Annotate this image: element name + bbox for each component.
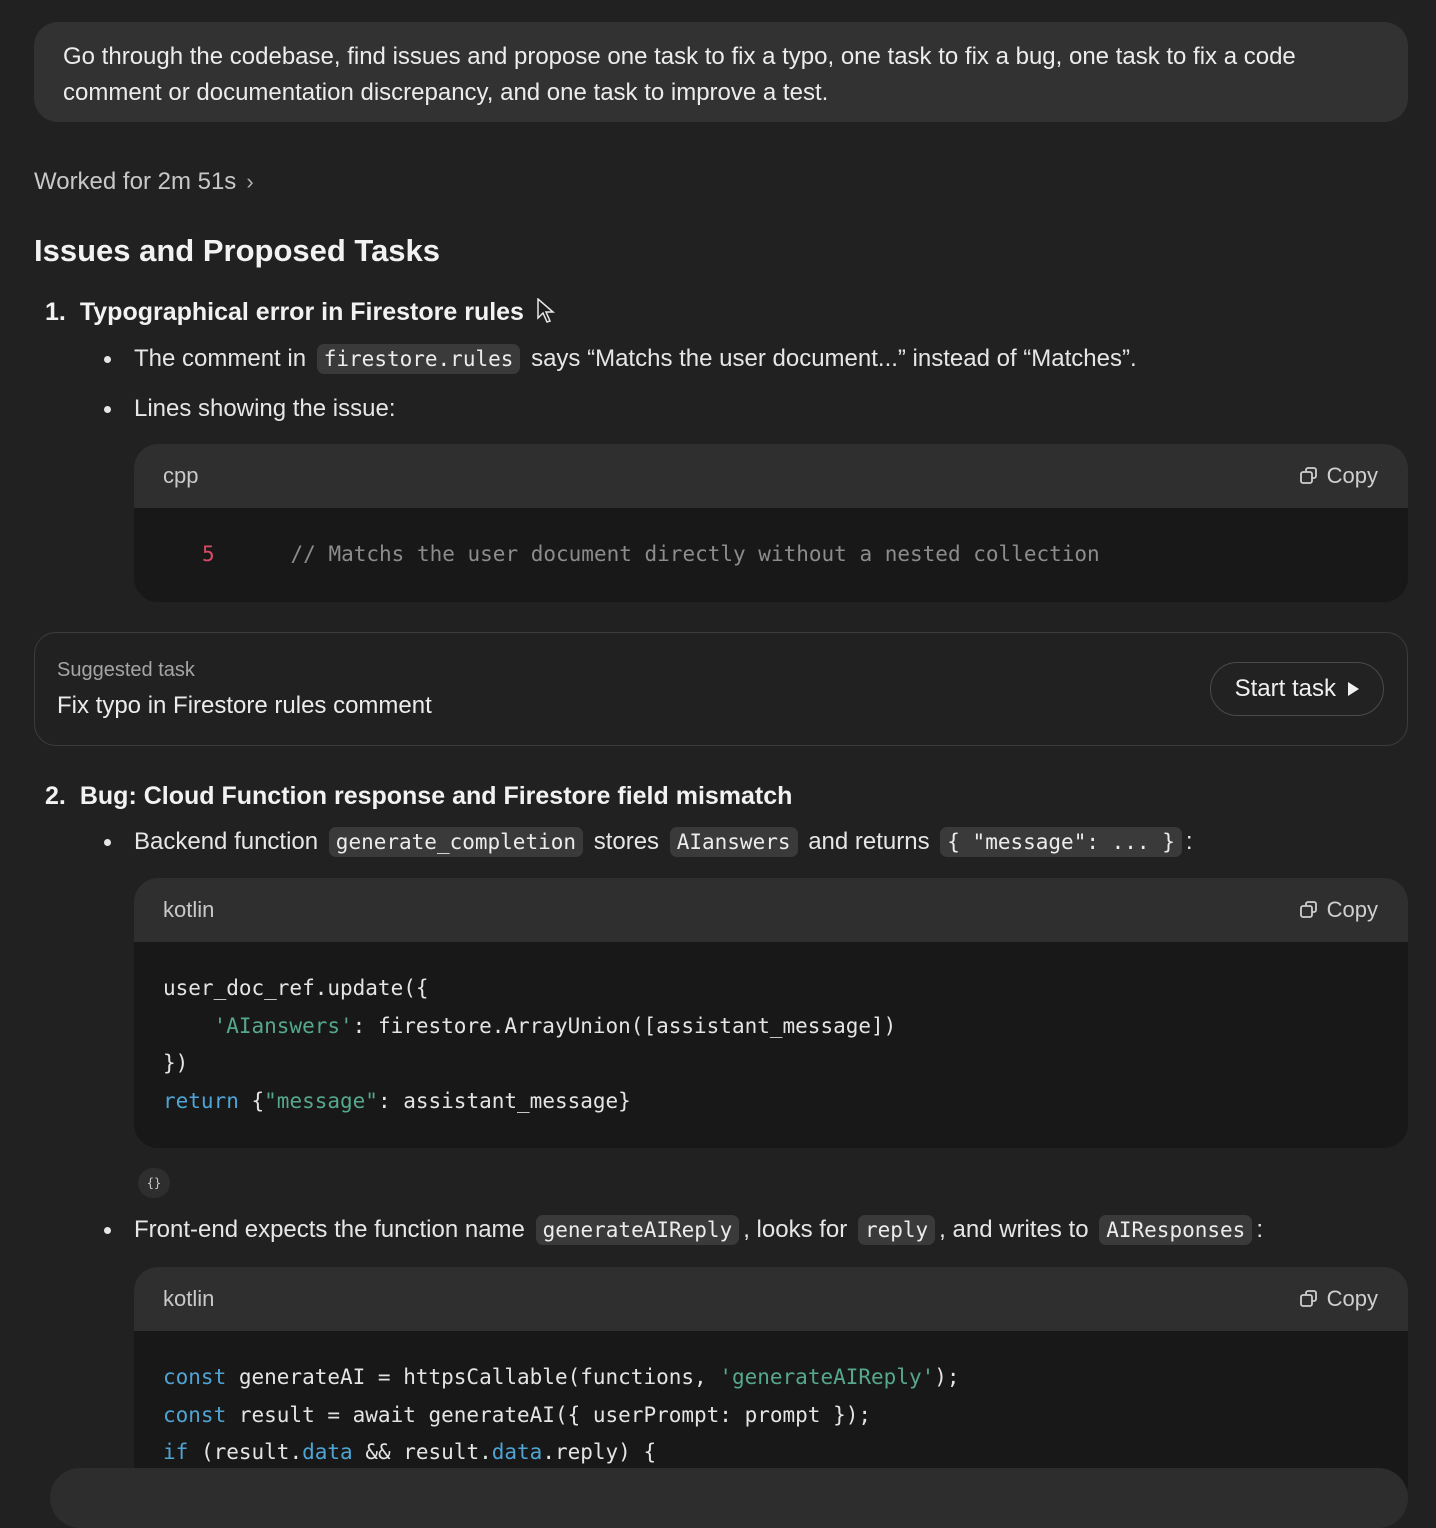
item-2-title-text: Bug: Cloud Function response and Firesto… xyxy=(79,782,793,810)
copy-icon xyxy=(1299,901,1317,918)
copy-button[interactable]: Copy xyxy=(1299,1286,1378,1312)
item-2-title: 2. Bug: Cloud Function response and Fire… xyxy=(45,782,792,811)
bullet-dot xyxy=(104,1226,111,1234)
item-1-number: 1. xyxy=(45,298,66,326)
bullet-text: : xyxy=(1256,1216,1263,1243)
play-icon xyxy=(1348,682,1359,696)
item-2-bullet-2: Front-end expects the function name gene… xyxy=(104,1215,1263,1245)
worked-label: Worked for 2m 51s xyxy=(34,168,237,195)
code-language-label: kotlin xyxy=(163,1286,215,1311)
code-language-label: kotlin xyxy=(163,897,215,922)
bullet-text: Lines showing the issue: xyxy=(134,395,396,422)
braces-icon[interactable]: {} xyxy=(138,1168,170,1198)
composer-input[interactable] xyxy=(50,1468,1408,1528)
code-block-kotlin-1: kotlin Copy user_doc_ref.update({ 'AIans… xyxy=(134,878,1408,1148)
start-task-button[interactable]: Start task xyxy=(1209,662,1384,716)
inline-code-airesponses: AIResponses xyxy=(1099,1215,1253,1245)
bullet-dot xyxy=(104,405,111,413)
suggested-task-label: Suggested task xyxy=(57,659,195,681)
start-task-label: Start task xyxy=(1234,675,1336,702)
bullet-text: Front-end expects the function name xyxy=(134,1216,525,1243)
bullet-text: stores xyxy=(593,828,660,855)
copy-icon xyxy=(1299,1290,1317,1307)
code-language-label: cpp xyxy=(163,463,199,488)
mouse-cursor-icon xyxy=(537,298,555,323)
worked-duration-toggle[interactable]: Worked for 2m 51s › xyxy=(34,168,254,196)
inline-code-reply: reply xyxy=(857,1215,936,1245)
bullet-text: Backend function xyxy=(134,828,319,855)
bullet-text: says “Matchs the user document...” inste… xyxy=(531,345,1137,372)
bullet-text: : xyxy=(1185,828,1193,855)
copy-button[interactable]: Copy xyxy=(1299,463,1378,489)
bullet-dot xyxy=(104,355,111,363)
item-1-title: 1. Typographical error in Firestore rule… xyxy=(45,298,524,327)
code-content: 5 // Matchs the user document directly w… xyxy=(134,508,1408,574)
copy-icon xyxy=(1299,467,1317,484)
bullet-text: The comment in xyxy=(134,345,307,372)
copy-label: Copy xyxy=(1326,463,1378,488)
inline-code-aianswers: AIanswers xyxy=(669,827,798,857)
chevron-right-icon: › xyxy=(246,169,254,194)
code-content: user_doc_ref.update({ 'AIanswers': fires… xyxy=(163,976,897,1113)
suggested-task-title: Fix typo in Firestore rules comment xyxy=(57,692,432,719)
bullet-text: , and writes to xyxy=(939,1216,1089,1243)
line-number: 5 xyxy=(202,542,215,566)
inline-code-generate-completion: generate_completion xyxy=(328,827,584,857)
item-2-number: 2. xyxy=(45,782,66,810)
inline-code-message-object: { "message": ... } xyxy=(940,827,1182,857)
copy-button[interactable]: Copy xyxy=(1299,897,1378,923)
inline-code-firestore-rules: firestore.rules xyxy=(316,344,521,374)
code-block-header: kotlin Copy xyxy=(134,1267,1408,1331)
code-block-cpp: cpp Copy 5 // Matchs the user document d… xyxy=(134,444,1408,602)
item-1-bullet-2: Lines showing the issue: xyxy=(104,395,396,423)
response-heading: Issues and Proposed Tasks xyxy=(34,233,441,268)
code-block-header: kotlin Copy xyxy=(134,878,1408,942)
item-2-bullet-1: Backend function generate_completion sto… xyxy=(104,827,1193,857)
bullet-text: and returns xyxy=(808,828,930,855)
user-prompt-bubble: Go through the codebase, find issues and… xyxy=(34,22,1408,122)
code-comment: // Matchs the user document directly wit… xyxy=(290,542,1100,566)
copy-label: Copy xyxy=(1326,1286,1378,1311)
item-1-bullet-1: The comment in firestore.rules says “Mat… xyxy=(104,344,1137,374)
code-content: const generateAI = httpsCallable(functio… xyxy=(163,1365,960,1464)
code-block-header: cpp Copy xyxy=(134,444,1408,508)
suggested-task-card: Suggested task Fix typo in Firestore rul… xyxy=(34,632,1408,746)
item-1-title-text: Typographical error in Firestore rules xyxy=(79,298,524,326)
bullet-dot xyxy=(104,838,111,846)
bullet-text: , looks for xyxy=(743,1216,848,1243)
copy-label: Copy xyxy=(1326,897,1378,922)
inline-code-generateaireply: generateAIReply xyxy=(535,1215,740,1245)
